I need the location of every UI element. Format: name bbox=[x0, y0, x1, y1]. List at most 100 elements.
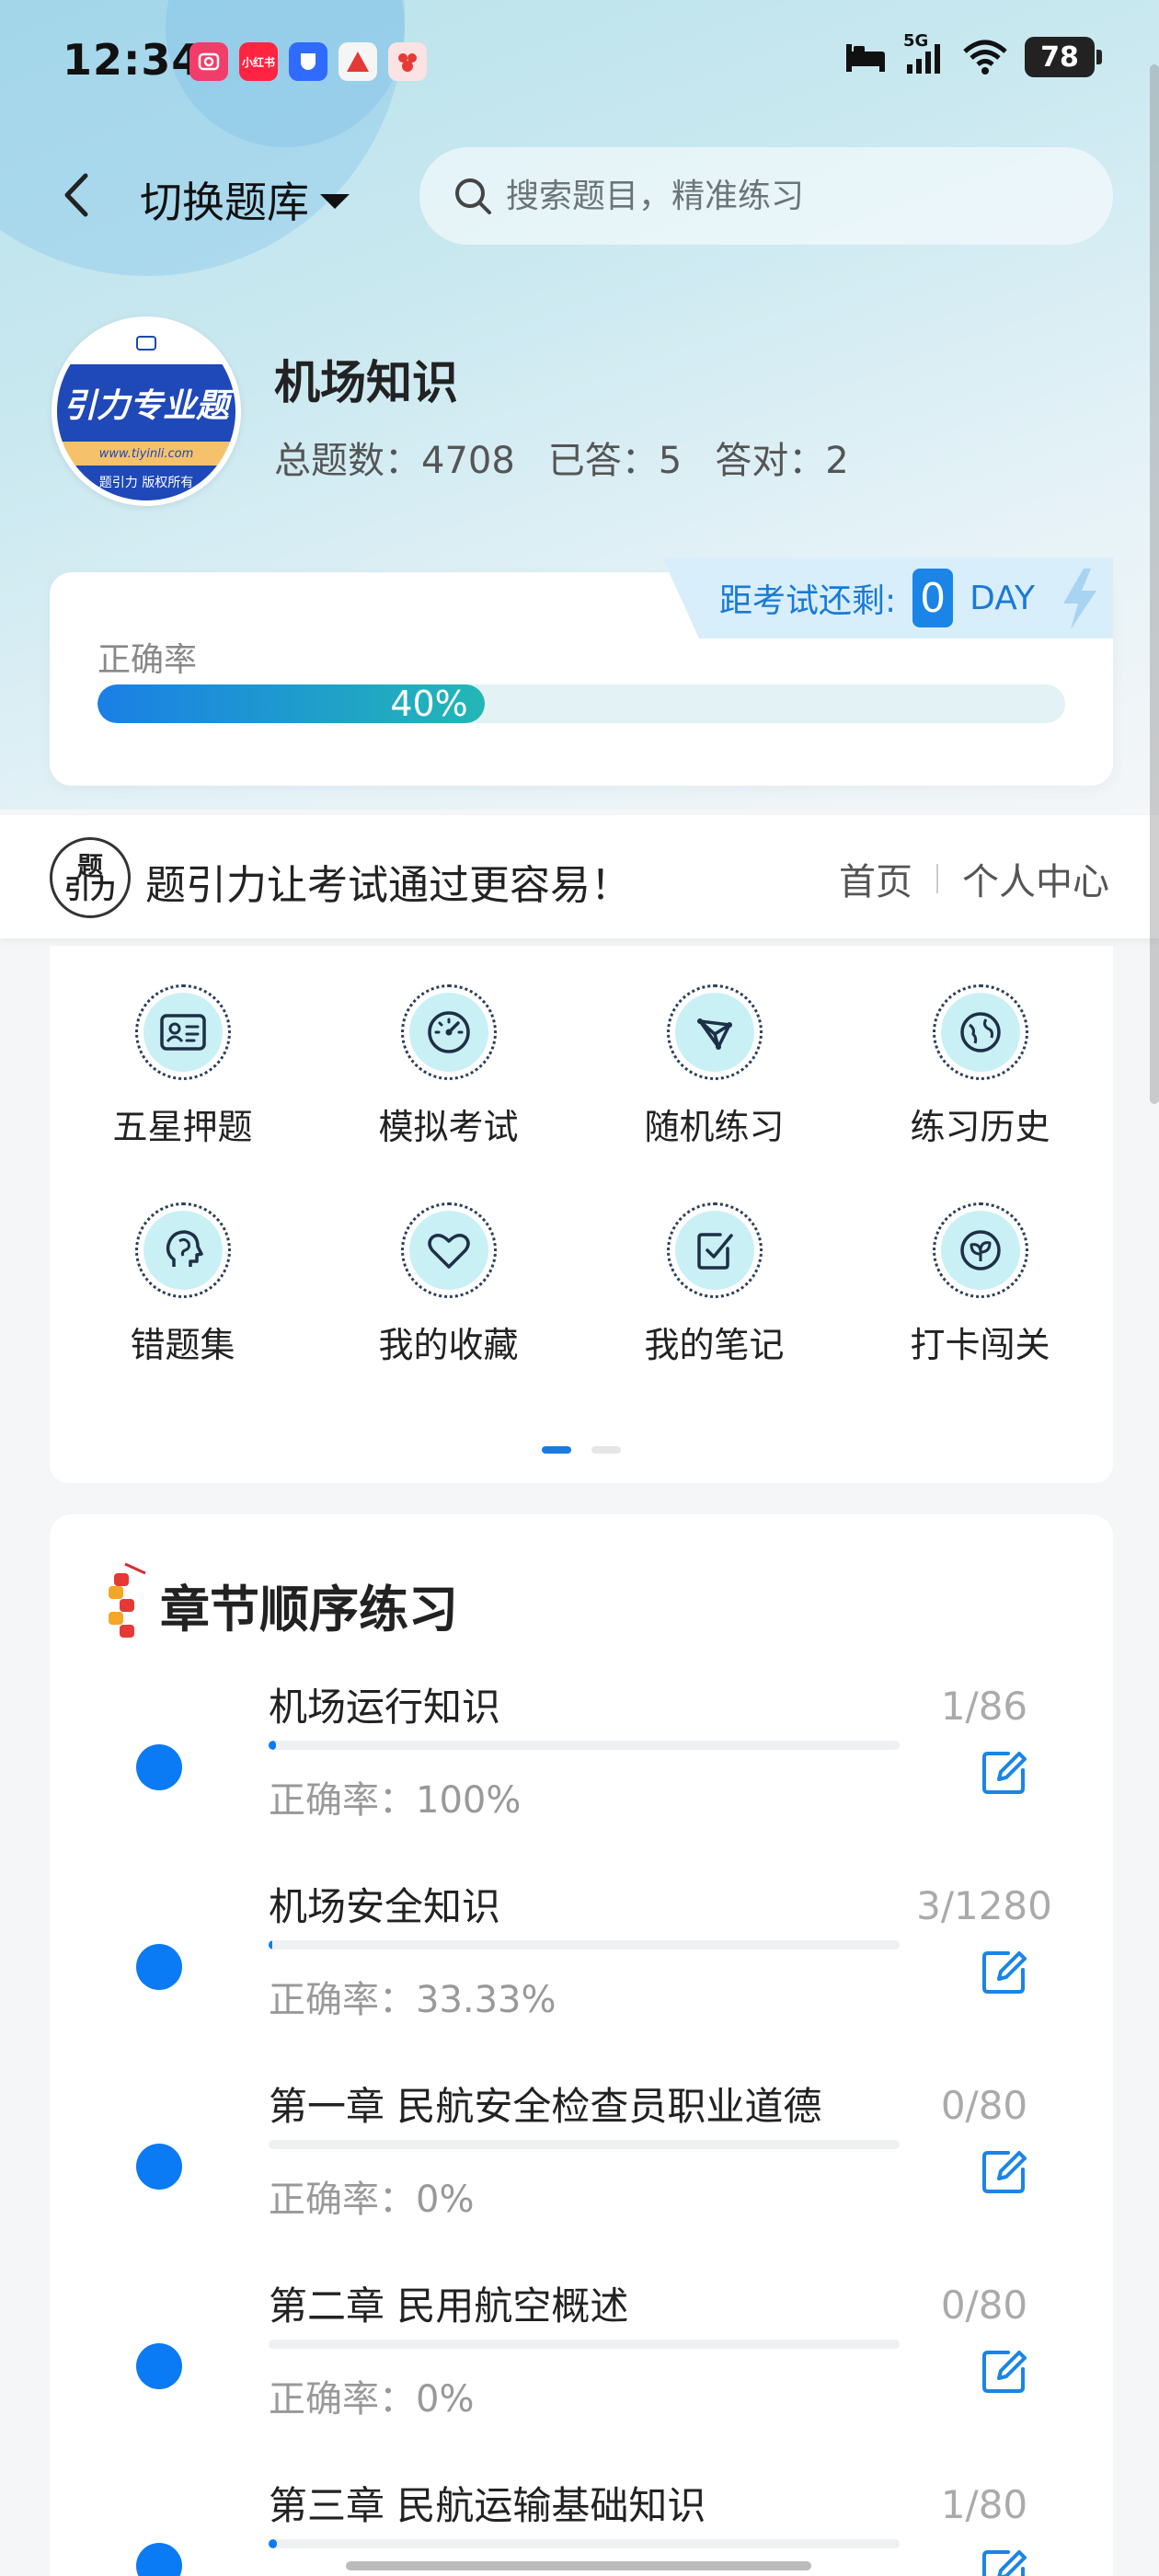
func-five-star[interactable]: 五星押题 bbox=[50, 984, 316, 1149]
scrollbar[interactable] bbox=[1150, 64, 1159, 1104]
func-label: 五星押题 bbox=[112, 1107, 253, 1147]
logo-copyright: 题引力 版权所有 bbox=[57, 466, 235, 500]
slogan-links: 首页 个人中心 bbox=[839, 852, 1109, 905]
profile-link[interactable]: 个人中心 bbox=[962, 852, 1109, 905]
function-grid: 五星押题 模拟考试 随机练习 练习历史 错题集 我的收藏 我的笔记 打卡闯关 bbox=[50, 984, 1113, 1367]
func-label: 打卡闯关 bbox=[910, 1325, 1050, 1365]
chapter-count: 1/86 bbox=[940, 1684, 1028, 1729]
chapter-dot bbox=[136, 2144, 182, 2190]
chapter-dot bbox=[136, 1944, 182, 1990]
chapter-accuracy: 正确率：33.33% bbox=[269, 1979, 557, 2021]
chapter-row[interactable]: 机场安全知识 正确率：33.33% 3/1280 bbox=[50, 1876, 1113, 2076]
link-divider bbox=[936, 864, 938, 893]
chapter-progress-fill bbox=[269, 2539, 277, 2548]
caret-down-icon bbox=[320, 194, 350, 209]
chapter-progress-track bbox=[269, 2539, 900, 2548]
head-brain-icon bbox=[143, 1211, 223, 1290]
pager-dot-1[interactable] bbox=[542, 1446, 571, 1454]
chapter-accuracy: 正确率：0% bbox=[269, 2179, 475, 2221]
func-my-favorites[interactable]: 我的收藏 bbox=[316, 1202, 581, 1367]
chapter-row[interactable]: 机场运行知识 正确率：100% 1/86 bbox=[50, 1676, 1113, 1877]
func-icon-ring bbox=[134, 1202, 231, 1298]
func-label: 随机练习 bbox=[644, 1107, 785, 1147]
func-my-notes[interactable]: 我的笔记 bbox=[581, 1202, 847, 1367]
back-button[interactable] bbox=[48, 167, 103, 223]
cellular-signal-icon: 5G bbox=[903, 31, 946, 75]
func-icon-ring bbox=[932, 1202, 1028, 1298]
func-mock-exam[interactable]: 模拟考试 bbox=[316, 984, 581, 1149]
accuracy-progress-fill: 40% bbox=[98, 684, 485, 723]
chapter-progress-track bbox=[269, 2340, 900, 2349]
exam-countdown: 距考试还剩: 0 DAY bbox=[662, 558, 1113, 638]
chapter-row[interactable]: 第二章 民用航空概述 正确率：0% 0/80 bbox=[50, 2275, 1113, 2476]
globe-history-icon bbox=[940, 993, 1020, 1072]
speedometer-icon bbox=[408, 993, 488, 1072]
chapter-progress-fill bbox=[269, 1940, 273, 1949]
home-link[interactable]: 首页 bbox=[839, 852, 912, 905]
chapter-row[interactable]: 第一章 民航安全检查员职业道德 正确率：0% 0/80 bbox=[50, 2076, 1113, 2276]
chapter-practice-card: 章节顺序练习 机场运行知识 正确率：100% 1/86 机场安全知识 正确率：3… bbox=[50, 1514, 1113, 2576]
func-label: 模拟考试 bbox=[378, 1107, 519, 1147]
chapter-progress-track bbox=[269, 2140, 900, 2149]
func-practice-history[interactable]: 练习历史 bbox=[847, 984, 1113, 1149]
edit-icon[interactable] bbox=[977, 1946, 1030, 1999]
chapter-dot bbox=[136, 1744, 182, 1790]
logo-top-strip bbox=[57, 322, 235, 364]
search-icon bbox=[455, 178, 491, 214]
func-icon-ring bbox=[134, 984, 231, 1080]
store-app-icon bbox=[388, 42, 427, 81]
chapter-name: 第三章 民航运输基础知识 bbox=[269, 2483, 706, 2528]
home-indicator[interactable] bbox=[346, 2561, 811, 2570]
firecracker-icon bbox=[109, 1562, 146, 1638]
func-wrong-questions[interactable]: 错题集 bbox=[50, 1202, 316, 1367]
chapter-progress-track bbox=[269, 1940, 900, 1949]
search-input[interactable] bbox=[506, 177, 1058, 215]
func-label: 我的收藏 bbox=[378, 1325, 519, 1365]
chapter-name: 第二章 民用航空概述 bbox=[269, 2283, 629, 2329]
checked-note-icon bbox=[674, 1211, 754, 1290]
switch-bank-dropdown[interactable]: 切换题库 bbox=[140, 169, 350, 230]
func-icon-ring bbox=[666, 1202, 763, 1298]
chapter-count: 1/80 bbox=[940, 2482, 1028, 2527]
func-label: 练习历史 bbox=[910, 1107, 1050, 1147]
chapter-header: 章节顺序练习 bbox=[101, 1558, 458, 1650]
func-check-in[interactable]: 打卡闯关 bbox=[847, 1202, 1113, 1367]
network-type: 5G bbox=[903, 31, 929, 51]
chapter-name: 机场运行知识 bbox=[269, 1685, 501, 1730]
accuracy-card: 距考试还剩: 0 DAY 正确率 40% bbox=[50, 558, 1113, 786]
wifi-icon bbox=[963, 40, 1007, 75]
countdown-label: 距考试还剩: bbox=[719, 582, 897, 620]
edit-icon[interactable] bbox=[977, 2345, 1030, 2398]
xiaohongshu-icon: 小红书 bbox=[239, 42, 278, 81]
chapter-progress-fill bbox=[269, 1741, 276, 1750]
notification-icons: 小红书 bbox=[189, 42, 427, 81]
chapter-accuracy: 正确率：0% bbox=[269, 2378, 475, 2421]
search-box[interactable] bbox=[419, 147, 1113, 245]
brand-logo-line2: 引力 bbox=[63, 874, 116, 904]
countdown-unit: DAY bbox=[970, 579, 1036, 617]
accuracy-progress-track: 40% bbox=[98, 684, 1065, 723]
brand-logo: 题 引力 bbox=[50, 837, 131, 918]
lightning-icon bbox=[1063, 569, 1096, 629]
edit-icon[interactable] bbox=[977, 1746, 1030, 1800]
chapter-section-title: 章节顺序练习 bbox=[160, 1580, 458, 1639]
edit-icon[interactable] bbox=[977, 2545, 1030, 2576]
accuracy-label: 正确率 bbox=[98, 641, 198, 679]
chapter-dot bbox=[136, 2543, 182, 2576]
func-random-practice[interactable]: 随机练习 bbox=[581, 984, 847, 1149]
bank-title: 机场知识 bbox=[274, 356, 458, 409]
chapter-count: 0/80 bbox=[940, 2283, 1028, 2328]
function-grid-card: 五星押题 模拟考试 随机练习 练习历史 错题集 我的收藏 我的笔记 打卡闯关 bbox=[50, 946, 1113, 1483]
edit-icon[interactable] bbox=[977, 2145, 1030, 2199]
heart-icon bbox=[408, 1211, 488, 1290]
slogan-bar: 题 引力 题引力让考试通过更容易！ 首页 个人中心 bbox=[0, 815, 1159, 938]
logo-url: www.tiyinli.com bbox=[57, 442, 235, 466]
answered-count: 已答：5 bbox=[547, 440, 683, 482]
id-card-icon bbox=[143, 993, 223, 1072]
status-time: 12:34 bbox=[63, 35, 202, 85]
chapter-accuracy: 正确率：100% bbox=[269, 1779, 522, 1822]
accuracy-value: 40% bbox=[390, 684, 468, 723]
logo-band-text: 引力专业题 bbox=[57, 364, 235, 442]
func-icon-ring bbox=[400, 1202, 497, 1298]
pager-dot-2[interactable] bbox=[591, 1446, 621, 1454]
